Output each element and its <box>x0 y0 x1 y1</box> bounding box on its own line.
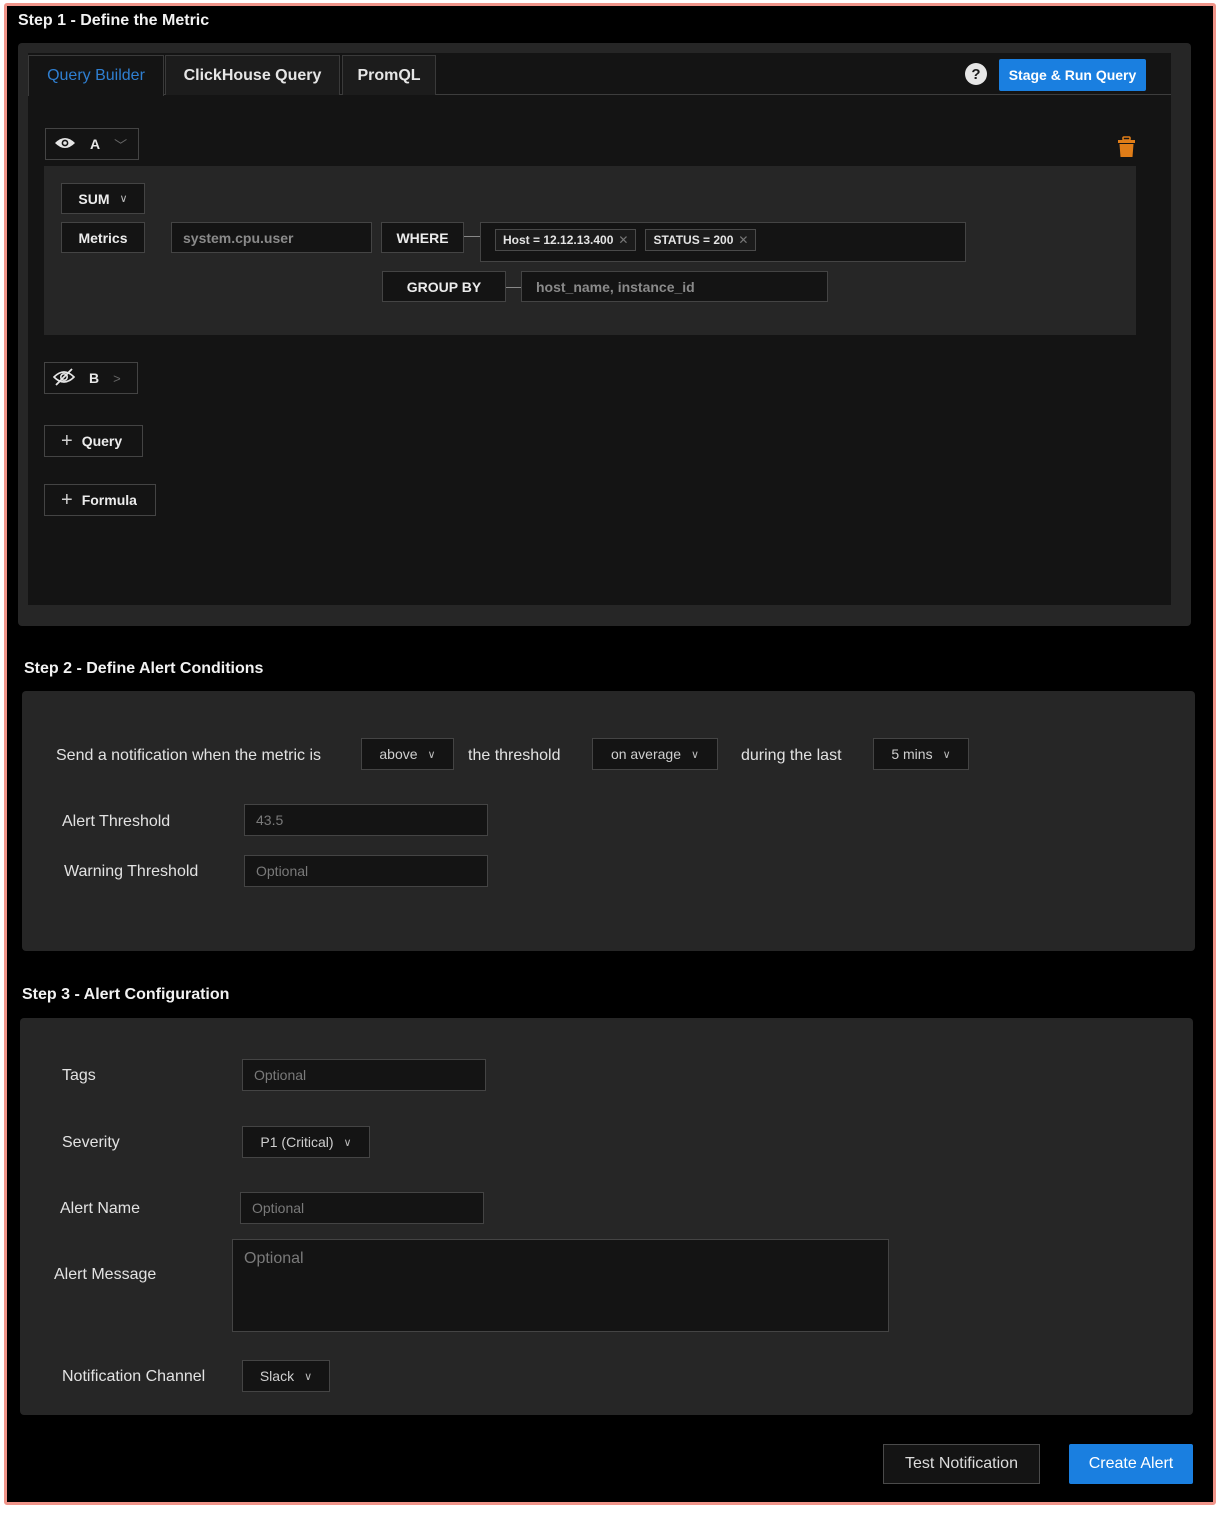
metric-name-input[interactable]: system.cpu.user <box>171 222 372 253</box>
stage-run-query-button[interactable]: Stage & Run Query <box>999 59 1146 91</box>
plus-icon: + <box>61 430 73 452</box>
step3-panel <box>20 1018 1193 1415</box>
notification-channel-label: Notification Channel <box>62 1368 206 1385</box>
where-connector <box>464 236 480 237</box>
group-by-label: GROUP BY <box>382 271 506 302</box>
alert-name-input[interactable]: Optional <box>240 1192 484 1224</box>
chevron-down-icon: ∨ <box>119 193 128 205</box>
add-query-label: Query <box>81 433 123 449</box>
alert-threshold-label: Alert Threshold <box>62 813 171 830</box>
tab-promql[interactable]: PromQL <box>342 55 436 95</box>
tab-query-builder[interactable]: Query Builder <box>28 55 164 96</box>
notification-channel-value: Slack <box>259 1368 295 1384</box>
tags-input[interactable]: Optional <box>242 1059 486 1091</box>
filter-chip-label: STATUS = 200 <box>653 233 734 247</box>
delete-icon[interactable] <box>1117 136 1136 163</box>
alert-form-window: Step 1 - Define the Metric Query Builder… <box>4 3 1216 1505</box>
add-formula-button[interactable]: + Formula <box>44 484 156 516</box>
match-type-select[interactable]: on average ∨ <box>592 738 718 770</box>
alert-message-label: Alert Message <box>54 1266 157 1283</box>
severity-select[interactable]: P1 (Critical) ∨ <box>242 1126 370 1158</box>
close-icon[interactable]: ✕ <box>618 233 628 247</box>
query-b-toggle[interactable]: B > <box>44 362 138 394</box>
alert-name-label: Alert Name <box>60 1200 141 1217</box>
during-text: during the last <box>741 747 842 764</box>
tab-clickhouse-query[interactable]: ClickHouse Query <box>165 55 340 95</box>
evaluation-window-value: 5 mins <box>891 746 933 762</box>
warning-threshold-label: Warning Threshold <box>64 863 199 880</box>
comparison-select[interactable]: above ∨ <box>361 738 454 770</box>
chevron-right-icon: > <box>113 370 121 386</box>
chevron-down-icon: ∨ <box>304 1370 313 1383</box>
step1-title: Step 1 - Define the Metric <box>18 12 210 29</box>
filter-chip: STATUS = 200 ✕ <box>645 229 757 251</box>
test-notification-button[interactable]: Test Notification <box>883 1444 1040 1484</box>
severity-label: Severity <box>62 1134 120 1151</box>
chevron-down-icon: ∨ <box>427 748 436 761</box>
query-a-toggle[interactable]: A ﹀ <box>45 128 139 160</box>
group-by-connector <box>506 287 521 288</box>
plus-icon: + <box>61 489 73 511</box>
add-query-button[interactable]: + Query <box>44 425 143 457</box>
chevron-down-icon: ∨ <box>691 748 700 761</box>
close-icon[interactable]: ✕ <box>738 233 748 247</box>
warning-threshold-input[interactable]: Optional <box>244 855 488 887</box>
step2-title: Step 2 - Define Alert Conditions <box>24 660 264 677</box>
group-by-input[interactable]: host_name, instance_id <box>521 271 828 302</box>
filter-chip-label: Host = 12.12.13.400 <box>503 233 614 247</box>
eye-icon[interactable] <box>54 136 76 153</box>
filter-chip: Host = 12.12.13.400 ✕ <box>495 229 637 251</box>
comparison-value: above <box>379 746 418 762</box>
severity-value: P1 (Critical) <box>260 1134 334 1150</box>
aggregation-select[interactable]: SUM ∨ <box>61 183 145 214</box>
query-a-name: A <box>90 136 101 152</box>
create-alert-button[interactable]: Create Alert <box>1069 1444 1193 1484</box>
add-formula-label: Formula <box>81 492 137 508</box>
condition-sentence-start: Send a notification when the metric is <box>56 747 322 764</box>
eye-off-icon[interactable] <box>52 367 76 389</box>
threshold-text: the threshold <box>468 747 561 764</box>
alert-message-textarea[interactable]: Optional <box>232 1239 889 1332</box>
tags-label: Tags <box>62 1067 96 1084</box>
filters-input[interactable]: Host = 12.12.13.400 ✕ STATUS = 200 ✕ <box>480 222 966 262</box>
query-b-name: B <box>89 370 100 386</box>
alert-threshold-input[interactable]: 43.5 <box>244 804 488 836</box>
metrics-label: Metrics <box>61 222 145 253</box>
match-type-value: on average <box>610 746 681 762</box>
chevron-down-icon: ∨ <box>942 748 951 761</box>
evaluation-window-select[interactable]: 5 mins ∨ <box>873 738 969 770</box>
aggregation-value: SUM <box>78 190 110 207</box>
chevron-down-icon: ∨ <box>343 1136 352 1149</box>
notification-channel-select[interactable]: Slack ∨ <box>242 1360 330 1392</box>
step3-title: Step 3 - Alert Configuration <box>22 986 230 1003</box>
step2-panel <box>22 691 1195 951</box>
chevron-down-icon: ﹀ <box>114 137 128 153</box>
help-icon[interactable]: ? <box>965 63 987 85</box>
where-label: WHERE <box>381 222 464 253</box>
